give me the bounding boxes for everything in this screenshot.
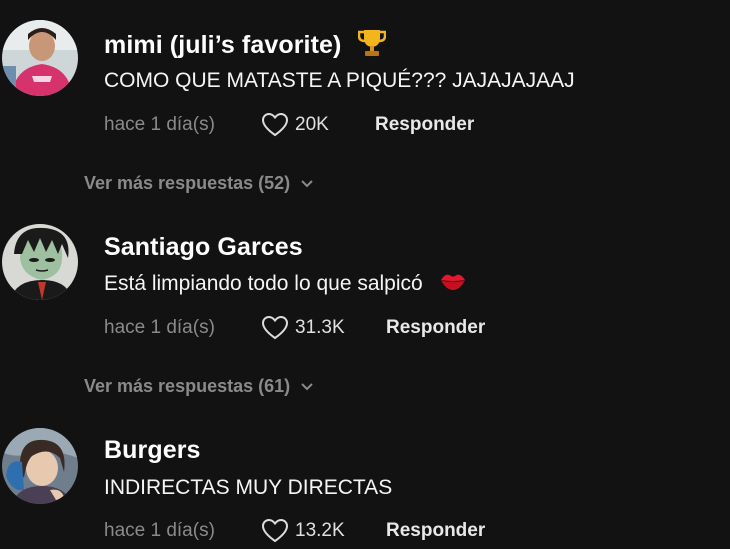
comment-actions: hace 1 día(s) 20K Responder (104, 110, 724, 140)
reply-button[interactable]: Responder (386, 317, 485, 339)
view-more-replies-label: Ver más respuestas (61) (84, 376, 291, 396)
username[interactable]: mimi (juli’s favorite) (104, 28, 387, 65)
view-more-replies-button[interactable]: Ver más respuestas (61) (84, 376, 314, 397)
trophy-icon (358, 28, 387, 65)
timestamp: hace 1 día(s) (104, 520, 215, 541)
username[interactable]: Santiago Garces (104, 232, 303, 262)
heart-icon (261, 112, 289, 137)
avatar[interactable] (2, 428, 78, 504)
like-button[interactable]: 20K (261, 112, 329, 138)
comment-text: Está limpiando todo lo que salpicó (104, 271, 467, 298)
view-more-replies-label: Ver más respuestas (52) (84, 173, 291, 193)
like-count: 13.2K (295, 520, 345, 541)
comment-text: INDIRECTAS MUY DIRECTAS (104, 476, 393, 499)
comment-item: mimi (juli’s favorite) COMO QUE MATASTE … (0, 0, 730, 200)
lips-icon (439, 271, 467, 298)
avatar[interactable] (2, 20, 78, 96)
like-count: 20K (295, 114, 329, 135)
comment-actions: hace 1 día(s) 31.3K Responder (104, 313, 724, 343)
comment-item: Burgers INDIRECTAS MUY DIRECTAS hace 1 d… (0, 400, 730, 549)
username[interactable]: Burgers (104, 435, 201, 465)
comment-text: COMO QUE MATASTE A PIQUÉ??? JAJAJAJAAJ (104, 69, 575, 92)
heart-icon (261, 518, 289, 543)
chevron-down-icon (301, 179, 313, 187)
like-button[interactable]: 31.3K (261, 315, 345, 341)
like-count: 31.3K (295, 317, 345, 338)
timestamp: hace 1 día(s) (104, 114, 215, 135)
comment-actions: hace 1 día(s) 13.2K Responder (104, 516, 724, 546)
comment-text-body: Está limpiando todo lo que salpicó (104, 272, 423, 296)
like-button[interactable]: 13.2K (261, 518, 345, 544)
heart-icon (261, 315, 289, 340)
timestamp: hace 1 día(s) (104, 317, 215, 338)
reply-button[interactable]: Responder (386, 520, 485, 542)
avatar[interactable] (2, 224, 78, 300)
chevron-down-icon (301, 382, 313, 390)
view-more-replies-button[interactable]: Ver más respuestas (52) (84, 173, 314, 194)
reply-button[interactable]: Responder (375, 114, 474, 136)
username-text: mimi (juli’s favorite) (104, 31, 342, 60)
comment-item: Santiago Garces Está limpiando todo lo q… (0, 200, 730, 400)
